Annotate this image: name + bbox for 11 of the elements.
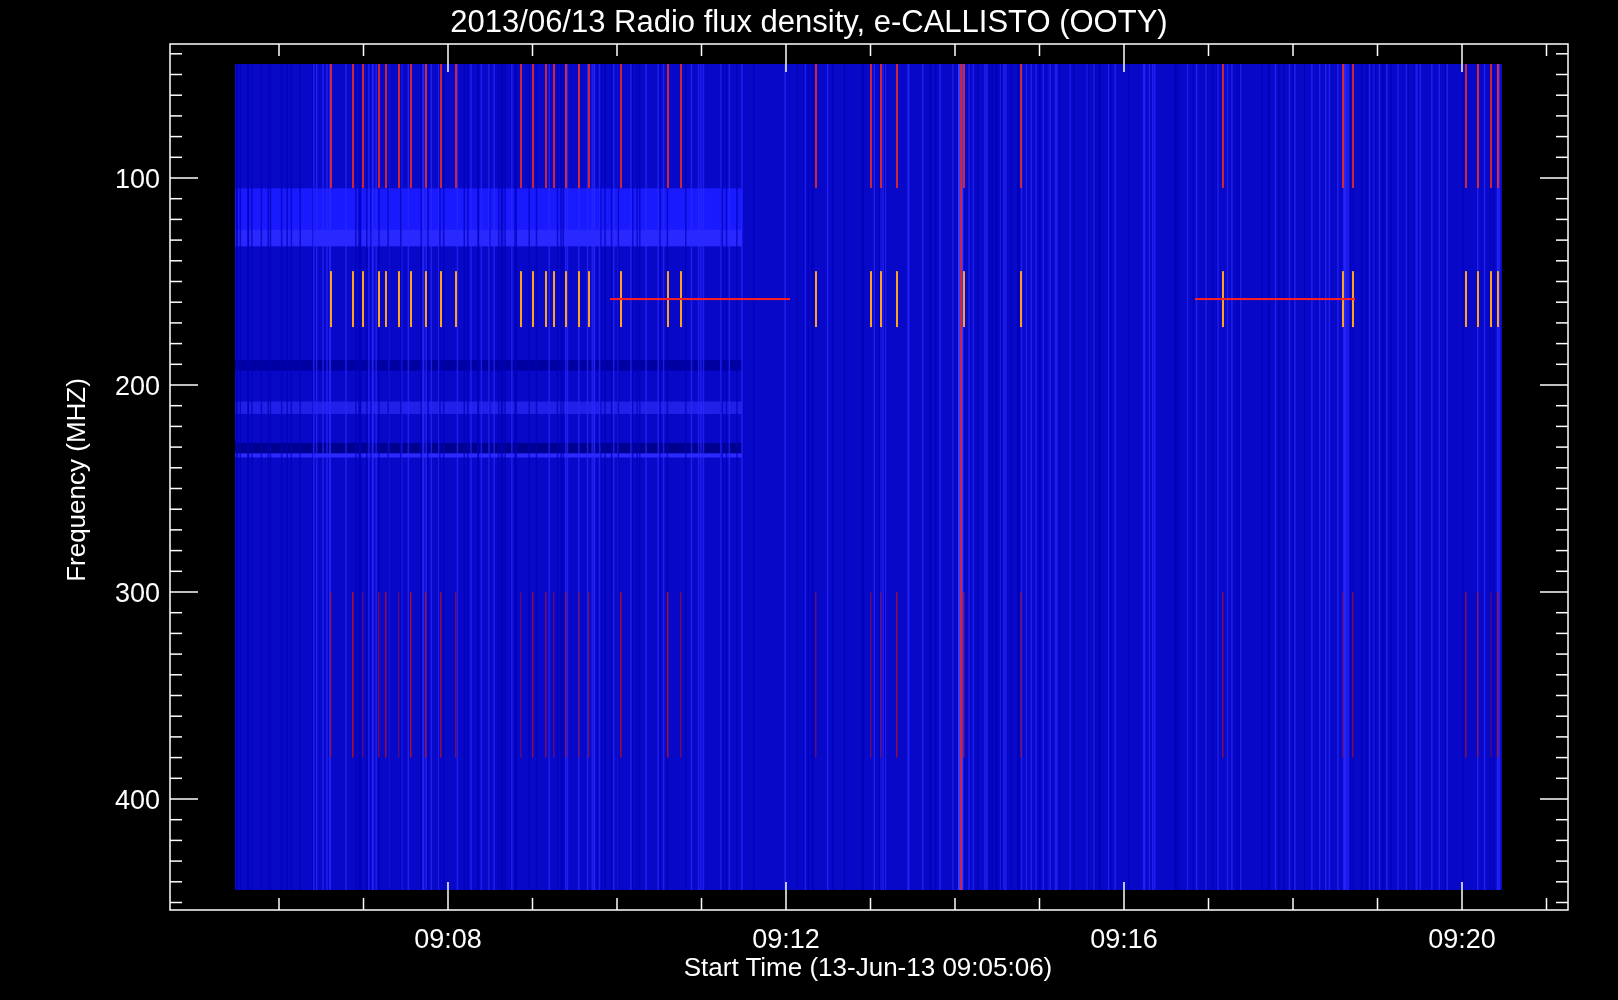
y-tick-label: 100 — [114, 164, 160, 194]
y-tick-label: 300 — [114, 578, 160, 608]
x-tick-label: 09:20 — [1428, 924, 1496, 954]
x-tick-label: 09:16 — [1090, 924, 1158, 954]
chart-title: 2013/06/13 Radio flux density, e-CALLISTO (OOTY) — [450, 4, 1168, 39]
y-tick-label: 200 — [114, 371, 160, 401]
y-tick-label: 400 — [114, 785, 160, 815]
x-axis-label: Start Time (13-Jun-13 09:05:06) — [683, 952, 1053, 982]
x-tick-label: 09:08 — [414, 924, 482, 954]
y-axis-label: Frequency (MHZ) — [61, 378, 91, 582]
x-tick-label: 09:12 — [752, 924, 820, 954]
